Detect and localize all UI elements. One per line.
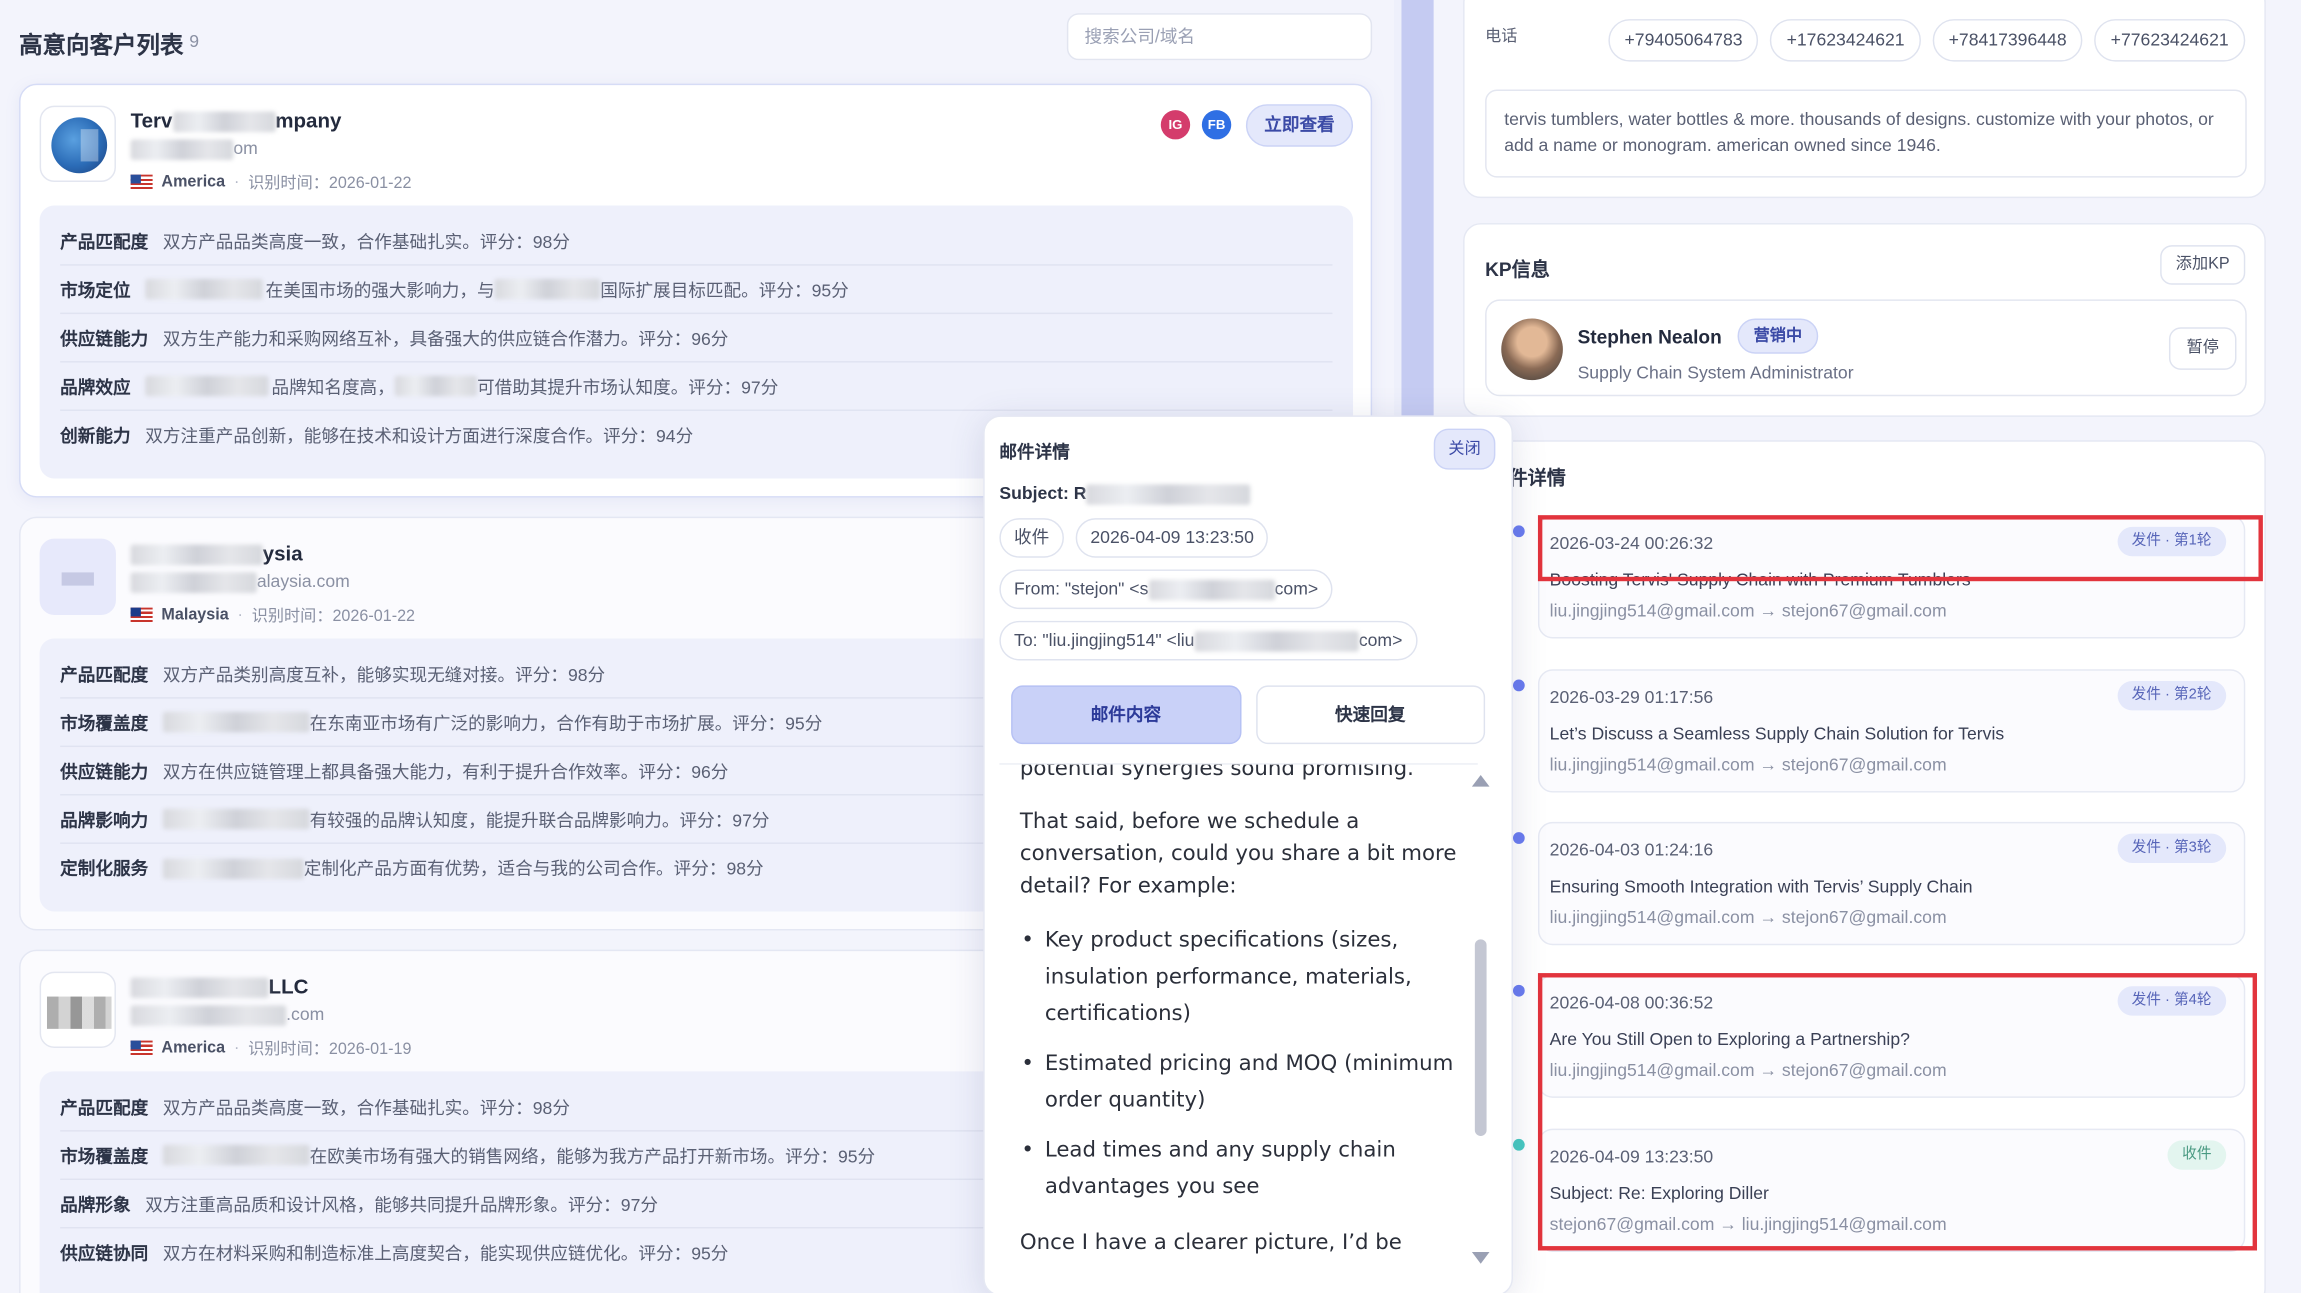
company-logo	[39, 971, 116, 1048]
timeline-dot	[1512, 984, 1525, 997]
company-domain: alaysia.com	[130, 571, 350, 593]
mail-section-title: 件详情	[1508, 466, 1566, 489]
scroll-up-icon[interactable]	[1471, 774, 1490, 787]
timeline-dot	[1512, 679, 1525, 692]
highlight-box	[1537, 973, 2258, 1251]
mail-subject: Ensuring Smooth Integration with Tervis’…	[1549, 876, 1973, 897]
phone-chip[interactable]: +78417396448	[1932, 19, 2083, 62]
match-row: 市场定位 在美国市场的强大影响力，与 国际扩展目标匹配。评分：95分	[60, 266, 1333, 315]
phone-chip[interactable]: +17623424621	[1770, 19, 1921, 62]
timeline-dot	[1512, 832, 1525, 844]
add-kp-button[interactable]: 添加KP	[2160, 245, 2246, 285]
timeline-dot	[1512, 1138, 1525, 1151]
from-chip: From: "stejon" <s com>	[999, 569, 1333, 610]
company-meta: America · 识别时间：2026-01-19	[130, 1036, 412, 1059]
kp-panel: KP信息 添加KP Stephen Nealon 营销中 Supply Chai…	[1463, 223, 2266, 417]
company-description: tervis tumblers, water bottles & more. t…	[1485, 89, 2247, 178]
company-domain: om	[130, 138, 258, 160]
mail-address: liu.jingjing514@gmail.com → stejon67@gma…	[1549, 600, 1947, 621]
company-logo	[39, 538, 116, 615]
modal-title: 邮件详情	[999, 441, 1070, 463]
phone-chip[interactable]: +79405064783	[1608, 19, 1759, 62]
tab-quick-reply[interactable]: 快速回复	[1255, 685, 1486, 745]
mail-body-paragraph: Once I have a clearer picture, I’d be	[1019, 1231, 1402, 1255]
status-badge: 营销中	[1737, 318, 1819, 354]
page-title: 高意向客户列表	[19, 33, 184, 59]
company-name: LLC	[130, 975, 308, 999]
avatar	[1501, 318, 1563, 381]
mail-address: liu.jingjing514@gmail.com → stejon67@gma…	[1549, 907, 1947, 928]
timeline-dot	[1512, 525, 1525, 538]
mail-tag: 发件 · 第3轮	[2116, 833, 2227, 864]
mail-detail-modal: 邮件详情 关闭 Subject: R 收件 2026-04-09 13:23:5…	[983, 415, 1513, 1293]
company-meta: Malaysia · 识别时间：2026-01-22	[130, 603, 415, 626]
company-name: ysia	[130, 542, 303, 566]
malaysia-flag-icon	[130, 607, 153, 623]
list-item: Estimated pricing and MOQ (minimum order…	[1020, 1046, 1457, 1119]
mail-address: liu.jingjing514@gmail.com → stejon67@gma…	[1549, 754, 1947, 775]
mail-card[interactable]: 2026-04-03 01:24:16 发件 · 第3轮 Ensuring Sm…	[1537, 821, 2246, 946]
contact-panel: 电话 +79405064783 +17623424621 +7841739644…	[1463, 0, 2266, 199]
kp-name: Stephen Nealon	[1577, 325, 1722, 348]
tab-mail-content[interactable]: 邮件内容	[1011, 685, 1241, 745]
modal-tabs: 邮件内容 快速回复	[1011, 685, 1486, 745]
mail-body-line: potential synergies sound promising.	[1019, 763, 1414, 781]
kp-card: Stephen Nealon 营销中 Supply Chain System A…	[1485, 299, 2247, 397]
us-flag-icon	[130, 1040, 153, 1056]
close-button[interactable]: 关闭	[1433, 428, 1496, 470]
company-meta: America · 识别时间：2026-01-22	[130, 170, 412, 193]
mail-subject: Let’s Discuss a Seamless Supply Chain So…	[1549, 723, 2005, 745]
instagram-icon[interactable]: IG	[1160, 110, 1191, 140]
match-row: 产品匹配度 双方产品品类高度一致，合作基础扎实。评分：98分	[60, 217, 1333, 266]
kp-role: Supply Chain System Administrator	[1577, 362, 1854, 384]
match-row: 品牌效应 品牌知名度高， 可借助其提升市场认知度。评分：97分	[60, 363, 1333, 411]
mail-tag: 发件 · 第2轮	[2116, 681, 2227, 711]
pause-button[interactable]: 暂停	[2168, 327, 2237, 370]
list-item: Key product specifications (sizes, insul…	[1020, 923, 1457, 1033]
match-row: 供应链能力 双方生产能力和采购网络互补，具备强大的供应链合作潜力。评分：96分	[60, 314, 1333, 363]
mail-time: 2026-03-29 01:17:56	[1549, 686, 1714, 708]
list-count: 9	[189, 30, 200, 52]
kp-title: KP信息	[1485, 258, 1550, 281]
us-flag-icon	[130, 174, 153, 190]
company-logo	[39, 105, 116, 182]
direction-chip: 收件	[999, 518, 1064, 558]
mail-body: potential synergies sound promising. Tha…	[999, 763, 1478, 1271]
phone-list: +79405064783 +17623424621 +78417396448 +…	[1608, 19, 2245, 62]
time-chip: 2026-04-09 13:23:50	[1075, 518, 1269, 558]
to-chip: To: "liu.jingjing514" <liu com>	[999, 620, 1418, 661]
modal-subject: Subject: R	[999, 483, 1251, 505]
company-name: Terv mpany	[130, 108, 342, 133]
list-item: Lead times and any supply chain advantag…	[1020, 1133, 1457, 1206]
scrollbar-thumb[interactable]	[1474, 939, 1487, 1136]
highlight-box	[1537, 515, 2263, 582]
mail-time: 2026-04-03 01:24:16	[1549, 839, 1714, 861]
mail-body-list: Key product specifications (sizes, insul…	[1020, 923, 1457, 1206]
facebook-icon[interactable]: FB	[1201, 110, 1232, 140]
phone-label: 电话	[1485, 27, 1518, 46]
search-input[interactable]	[1066, 13, 1373, 61]
mail-card[interactable]: 2026-03-29 01:17:56 发件 · 第2轮 Let’s Discu…	[1537, 669, 2246, 793]
phone-chip[interactable]: +77623424621	[2094, 19, 2245, 62]
scroll-down-icon[interactable]	[1471, 1251, 1490, 1264]
mail-body-paragraph: That said, before we schedule a conversa…	[1019, 810, 1457, 899]
view-now-button[interactable]: 立即查看	[1245, 104, 1354, 147]
company-domain: .com	[130, 1004, 324, 1026]
